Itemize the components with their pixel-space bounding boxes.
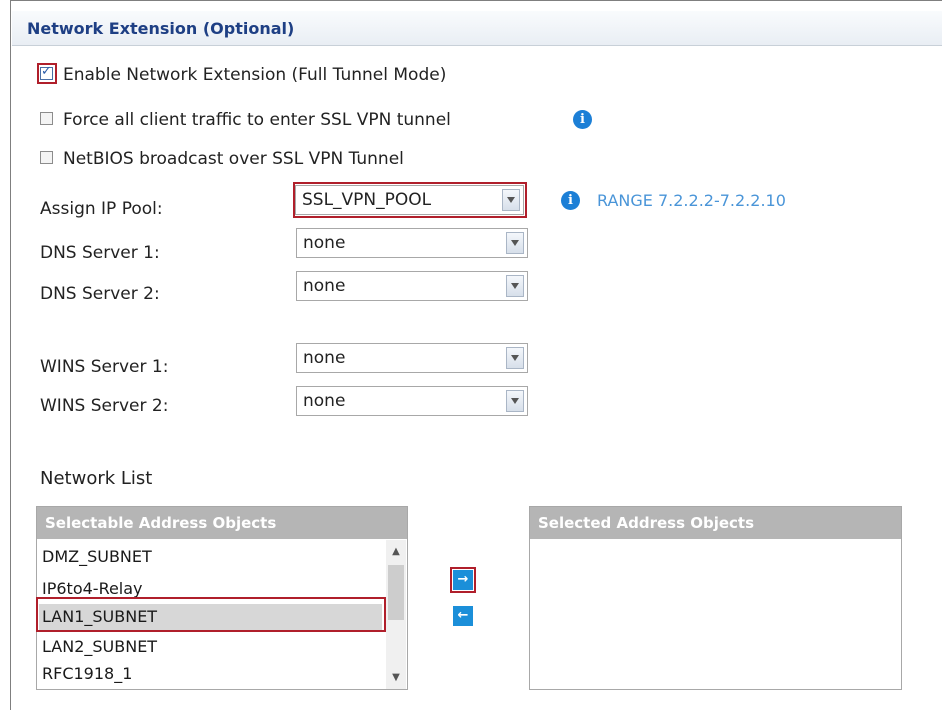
network-list-title: Network List: [40, 468, 153, 489]
list-item[interactable]: IP6to4-Relay: [42, 579, 143, 598]
enable-network-extension-label: Enable Network Extension (Full Tunnel Mo…: [63, 65, 447, 85]
section-title: Network Extension (Optional): [27, 19, 295, 38]
chevron-down-icon[interactable]: [502, 189, 520, 211]
info-icon[interactable]: i: [573, 110, 592, 129]
chevron-down-icon[interactable]: [506, 390, 524, 412]
dns-server-1-value: none: [303, 233, 346, 253]
info-icon[interactable]: i: [561, 191, 580, 210]
list-item[interactable]: RFC1918_1: [42, 664, 132, 683]
enable-network-extension-checkbox[interactable]: ✓: [40, 64, 53, 80]
chevron-down-icon[interactable]: [506, 347, 524, 369]
add-arrow-button[interactable]: →: [453, 570, 473, 590]
selected-address-header: Selected Address Objects: [530, 507, 901, 539]
dns-server-2-label: DNS Server 2:: [40, 284, 160, 304]
check-icon: ✓: [41, 64, 52, 79]
panel-left-border: [10, 0, 11, 710]
selected-address-list[interactable]: Selected Address Objects: [529, 506, 902, 690]
lan1-subnet-highlight: [36, 597, 386, 632]
wins-server-1-select[interactable]: none: [296, 343, 528, 373]
chevron-down-icon[interactable]: [506, 232, 524, 254]
scroll-up-icon[interactable]: ▲: [386, 543, 406, 561]
list-item[interactable]: LAN2_SUBNET: [42, 637, 157, 656]
wins-server-1-label: WINS Server 1:: [40, 357, 169, 377]
force-client-traffic-checkbox[interactable]: [40, 112, 53, 125]
wins-server-2-label: WINS Server 2:: [40, 396, 169, 416]
netbios-broadcast-checkbox[interactable]: [40, 151, 53, 164]
ip-pool-range: RANGE 7.2.2.2-7.2.2.10: [597, 191, 786, 210]
dns-server-1-label: DNS Server 1:: [40, 243, 160, 263]
assign-ip-pool-label: Assign IP Pool:: [40, 199, 163, 219]
wins-server-1-value: none: [303, 348, 346, 368]
ip-pool-select[interactable]: SSL_VPN_POOL: [295, 185, 524, 215]
ip-pool-value: SSL_VPN_POOL: [302, 190, 432, 210]
scrollbar-thumb[interactable]: [388, 565, 404, 620]
wins-server-2-value: none: [303, 391, 346, 411]
chevron-down-icon[interactable]: [506, 275, 524, 297]
selectable-address-header: Selectable Address Objects: [37, 507, 407, 539]
dns-server-2-select[interactable]: none: [296, 271, 528, 301]
panel-top-border: [10, 0, 942, 1]
force-client-traffic-label: Force all client traffic to enter SSL VP…: [63, 110, 451, 130]
netbios-broadcast-label: NetBIOS broadcast over SSL VPN Tunnel: [63, 149, 404, 169]
scroll-down-icon[interactable]: ▼: [386, 669, 406, 687]
list-item[interactable]: DMZ_SUBNET: [42, 547, 152, 566]
section-header: Network Extension (Optional): [12, 11, 942, 46]
dns-server-1-select[interactable]: none: [296, 228, 528, 258]
remove-arrow-button[interactable]: ←: [453, 606, 473, 626]
wins-server-2-select[interactable]: none: [296, 386, 528, 416]
dns-server-2-value: none: [303, 276, 346, 296]
